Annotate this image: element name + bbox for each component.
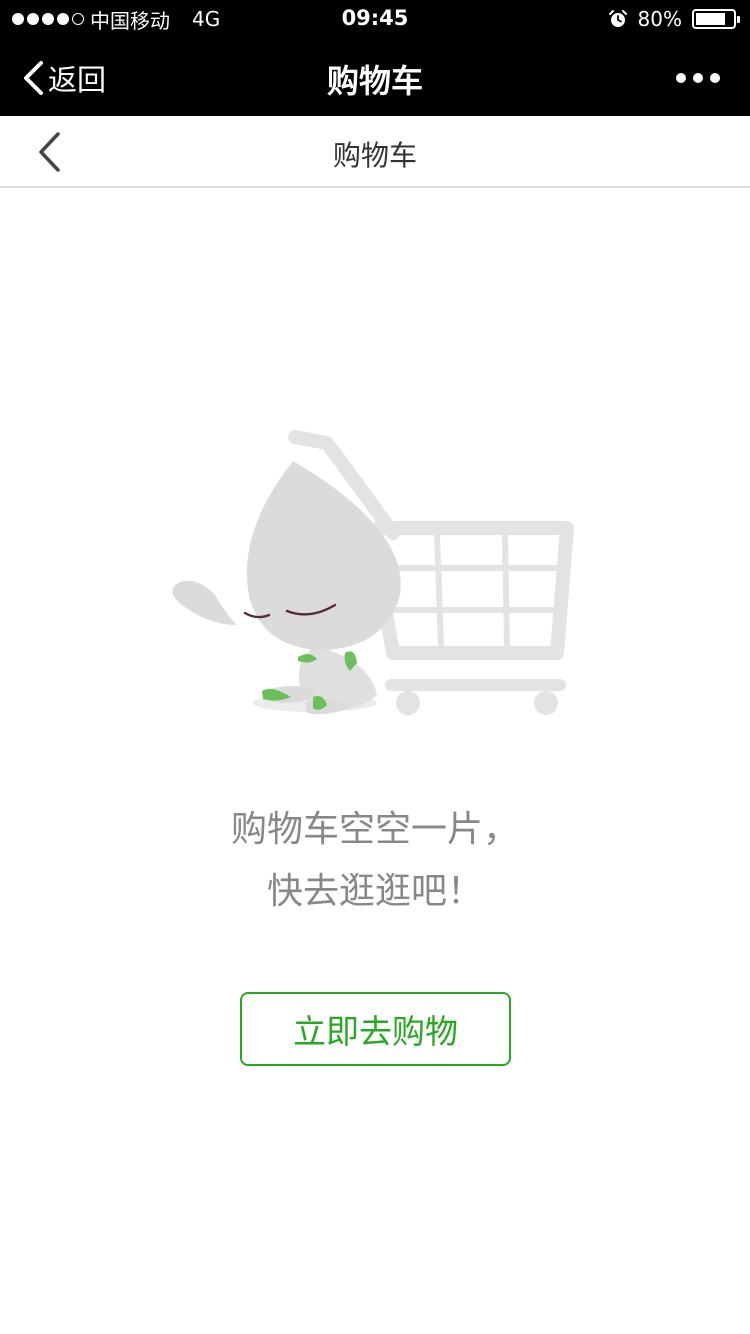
empty-cart-message-line1: 购物车空空一片， bbox=[230, 809, 519, 850]
battery-icon bbox=[692, 9, 740, 29]
empty-cart-message-line2: 快去逛逛吧！ bbox=[266, 871, 483, 912]
more-options-icon[interactable] bbox=[676, 64, 720, 92]
empty-cart-illustration bbox=[172, 430, 574, 715]
battery-percent: 80% bbox=[637, 7, 682, 31]
alarm-clock-icon bbox=[608, 10, 627, 27]
status-bar: 中国移动 4G 09:45 80% bbox=[0, 0, 750, 40]
wechat-nav-bar: 返回 购物车 bbox=[0, 40, 750, 116]
go-shopping-button[interactable]: 立即去购物 bbox=[240, 992, 511, 1066]
page-title: 购物车 bbox=[332, 139, 417, 172]
top-bar: 中国移动 4G 09:45 80% 返回 购物车 bbox=[0, 0, 750, 116]
page-header: 购物车 bbox=[0, 116, 750, 188]
status-right: 80% bbox=[608, 6, 740, 32]
wechat-title: 购物车 bbox=[326, 62, 423, 100]
